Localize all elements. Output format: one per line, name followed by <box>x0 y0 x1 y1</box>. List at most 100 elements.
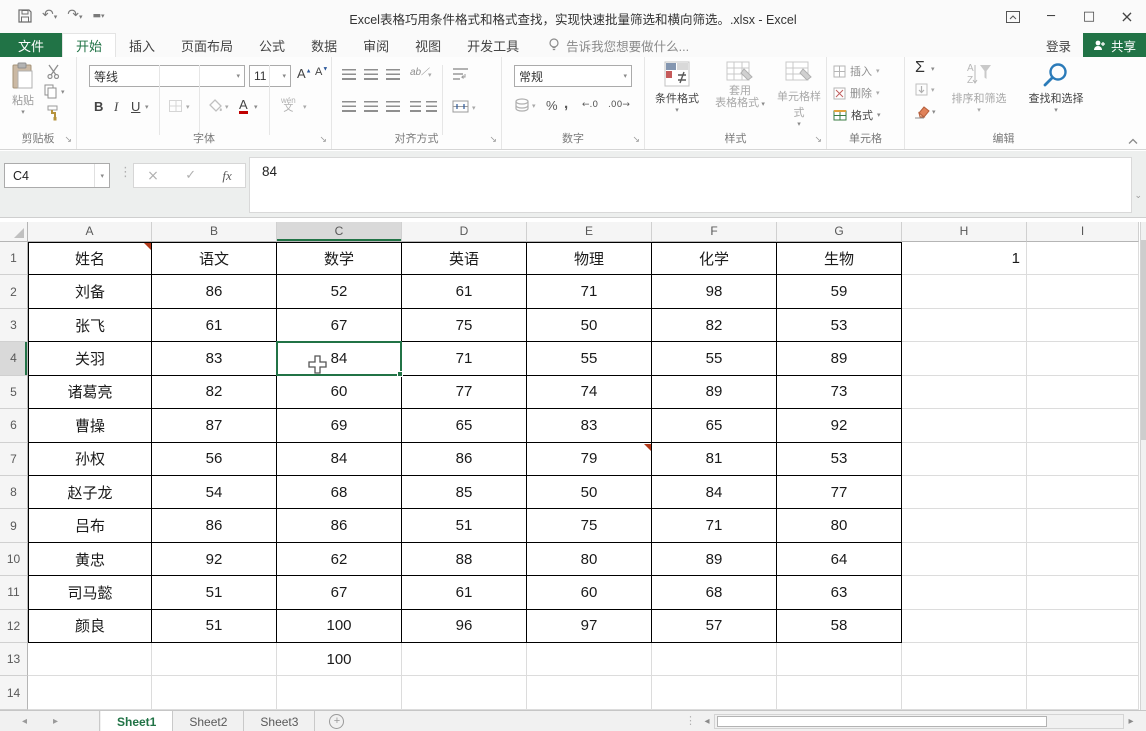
orientation-icon[interactable]: ab⟋ <box>410 67 428 78</box>
redo-icon[interactable]: ↷▾ <box>67 6 82 26</box>
font-color-icon[interactable]: A <box>239 98 248 114</box>
cell-H1[interactable]: 1 <box>902 242 1027 275</box>
cell-I5[interactable] <box>1027 376 1139 409</box>
row-header-2[interactable]: 2 <box>0 275 28 308</box>
row-header-9[interactable]: 9 <box>0 509 28 542</box>
cell-D1[interactable]: 英语 <box>402 242 527 275</box>
column-header-F[interactable]: F <box>652 222 777 242</box>
row-header-10[interactable]: 10 <box>0 543 28 576</box>
cell-I4[interactable] <box>1027 342 1139 375</box>
row-header-7[interactable]: 7 <box>0 443 28 476</box>
conditional-dropdown-icon[interactable]: ▾ <box>650 106 704 114</box>
align-top-icon[interactable] <box>342 69 356 80</box>
save-icon[interactable] <box>18 9 32 23</box>
row-header-5[interactable]: 5 <box>0 376 28 409</box>
hscroll-right-icon[interactable]: ▸ <box>1124 716 1138 727</box>
cell-I11[interactable] <box>1027 576 1139 609</box>
cell-C10[interactable]: 62 <box>277 543 402 576</box>
bold-button[interactable]: B <box>94 99 103 114</box>
font-color-dropdown-icon[interactable]: ▾ <box>254 103 258 111</box>
cell-D13[interactable] <box>402 643 527 676</box>
name-box-dropdown-icon[interactable]: ▾ <box>94 164 109 187</box>
tab-公式[interactable]: 公式 <box>246 33 298 57</box>
cell-C1[interactable]: 数学 <box>277 242 402 275</box>
cell-E9[interactable]: 75 <box>527 509 652 542</box>
cell-E10[interactable]: 80 <box>527 543 652 576</box>
cell-H2[interactable] <box>902 275 1027 308</box>
maximize-button[interactable]: □ <box>1070 0 1108 33</box>
cell-styles-dropdown-icon[interactable]: ▾ <box>773 120 825 128</box>
accounting-dropdown-icon[interactable]: ▾ <box>532 102 536 110</box>
decrease-indent-icon[interactable] <box>410 101 421 112</box>
cell-G13[interactable] <box>777 643 902 676</box>
cell-D11[interactable]: 61 <box>402 576 527 609</box>
row-header-13[interactable]: 13 <box>0 643 28 676</box>
formula-input[interactable]: 84 <box>249 157 1132 213</box>
sort-filter-dropdown-icon[interactable]: ▾ <box>943 106 1015 114</box>
row-header-12[interactable]: 12 <box>0 610 28 643</box>
italic-button[interactable]: I <box>114 99 118 115</box>
cell-D14[interactable] <box>402 676 527 709</box>
cell-C11[interactable]: 67 <box>277 576 402 609</box>
cell-A3[interactable]: 张飞 <box>28 309 152 342</box>
minimize-button[interactable]: ─ <box>1032 0 1070 33</box>
cell-I10[interactable] <box>1027 543 1139 576</box>
cell-I1[interactable] <box>1027 242 1139 275</box>
tab-file[interactable]: 文件 <box>0 33 62 57</box>
copy-icon[interactable] <box>44 84 58 99</box>
cell-C9[interactable]: 86 <box>277 509 402 542</box>
cell-D3[interactable]: 75 <box>402 309 527 342</box>
cell-H7[interactable] <box>902 443 1027 476</box>
clear-dropdown-icon[interactable]: ▾ <box>932 108 936 116</box>
number-format-combo[interactable]: 常规▾ <box>514 65 632 87</box>
row-header-4[interactable]: 4 <box>0 342 28 375</box>
cell-A2[interactable]: 刘备 <box>28 275 152 308</box>
cell-H11[interactable] <box>902 576 1027 609</box>
cell-A14[interactable] <box>28 676 152 709</box>
cell-H3[interactable] <box>902 309 1027 342</box>
sheet-tab-sheet1[interactable]: Sheet1 <box>101 711 173 731</box>
row-header-1[interactable]: 1 <box>0 242 28 275</box>
cell-G11[interactable]: 63 <box>777 576 902 609</box>
shrink-font-icon[interactable]: A▼ <box>315 66 328 78</box>
cell-D5[interactable]: 77 <box>402 376 527 409</box>
cell-D7[interactable]: 86 <box>402 443 527 476</box>
format-as-table-button[interactable]: 套用表格格式 ▾ <box>709 61 771 110</box>
column-header-D[interactable]: D <box>402 222 527 242</box>
paste-button[interactable]: 粘贴 ▾ <box>6 62 40 116</box>
cell-E1[interactable]: 物理 <box>527 242 652 275</box>
sheet-next-icon[interactable]: ▸ <box>53 716 58 727</box>
cell-I7[interactable] <box>1027 443 1139 476</box>
cell-H12[interactable] <box>902 610 1027 643</box>
cell-D9[interactable]: 51 <box>402 509 527 542</box>
cell-G5[interactable]: 73 <box>777 376 902 409</box>
cell-E3[interactable]: 50 <box>527 309 652 342</box>
cell-I8[interactable] <box>1027 476 1139 509</box>
cell-F11[interactable]: 68 <box>652 576 777 609</box>
row-header-14[interactable]: 14 <box>0 676 28 709</box>
cell-F6[interactable]: 65 <box>652 409 777 442</box>
cell-styles-button[interactable]: 单元格样式 ▾ <box>773 61 825 128</box>
cell-H6[interactable] <box>902 409 1027 442</box>
hscroll-left-icon[interactable]: ◂ <box>700 716 714 727</box>
cell-A9[interactable]: 吕布 <box>28 509 152 542</box>
cell-A12[interactable]: 颜良 <box>28 610 152 643</box>
insert-function-icon[interactable]: fx <box>222 168 231 184</box>
cell-B9[interactable]: 86 <box>152 509 277 542</box>
cell-C14[interactable] <box>277 676 402 709</box>
cell-B12[interactable]: 51 <box>152 610 277 643</box>
decrease-decimal-icon[interactable]: .00→ <box>608 100 630 110</box>
cell-H9[interactable] <box>902 509 1027 542</box>
enter-icon[interactable]: ✓ <box>185 168 196 183</box>
cell-F4[interactable]: 55 <box>652 342 777 375</box>
cell-C13[interactable]: 100 <box>277 643 402 676</box>
font-name-combo[interactable]: 等线▾ <box>89 65 245 87</box>
align-bottom-icon[interactable] <box>386 69 400 80</box>
cell-B3[interactable]: 61 <box>152 309 277 342</box>
cell-E12[interactable]: 97 <box>527 610 652 643</box>
cell-E5[interactable]: 74 <box>527 376 652 409</box>
cell-G9[interactable]: 80 <box>777 509 902 542</box>
fill-color-dropdown-icon[interactable]: ▾ <box>225 103 229 111</box>
borders-icon[interactable] <box>169 100 182 112</box>
cell-B4[interactable]: 83 <box>152 342 277 375</box>
